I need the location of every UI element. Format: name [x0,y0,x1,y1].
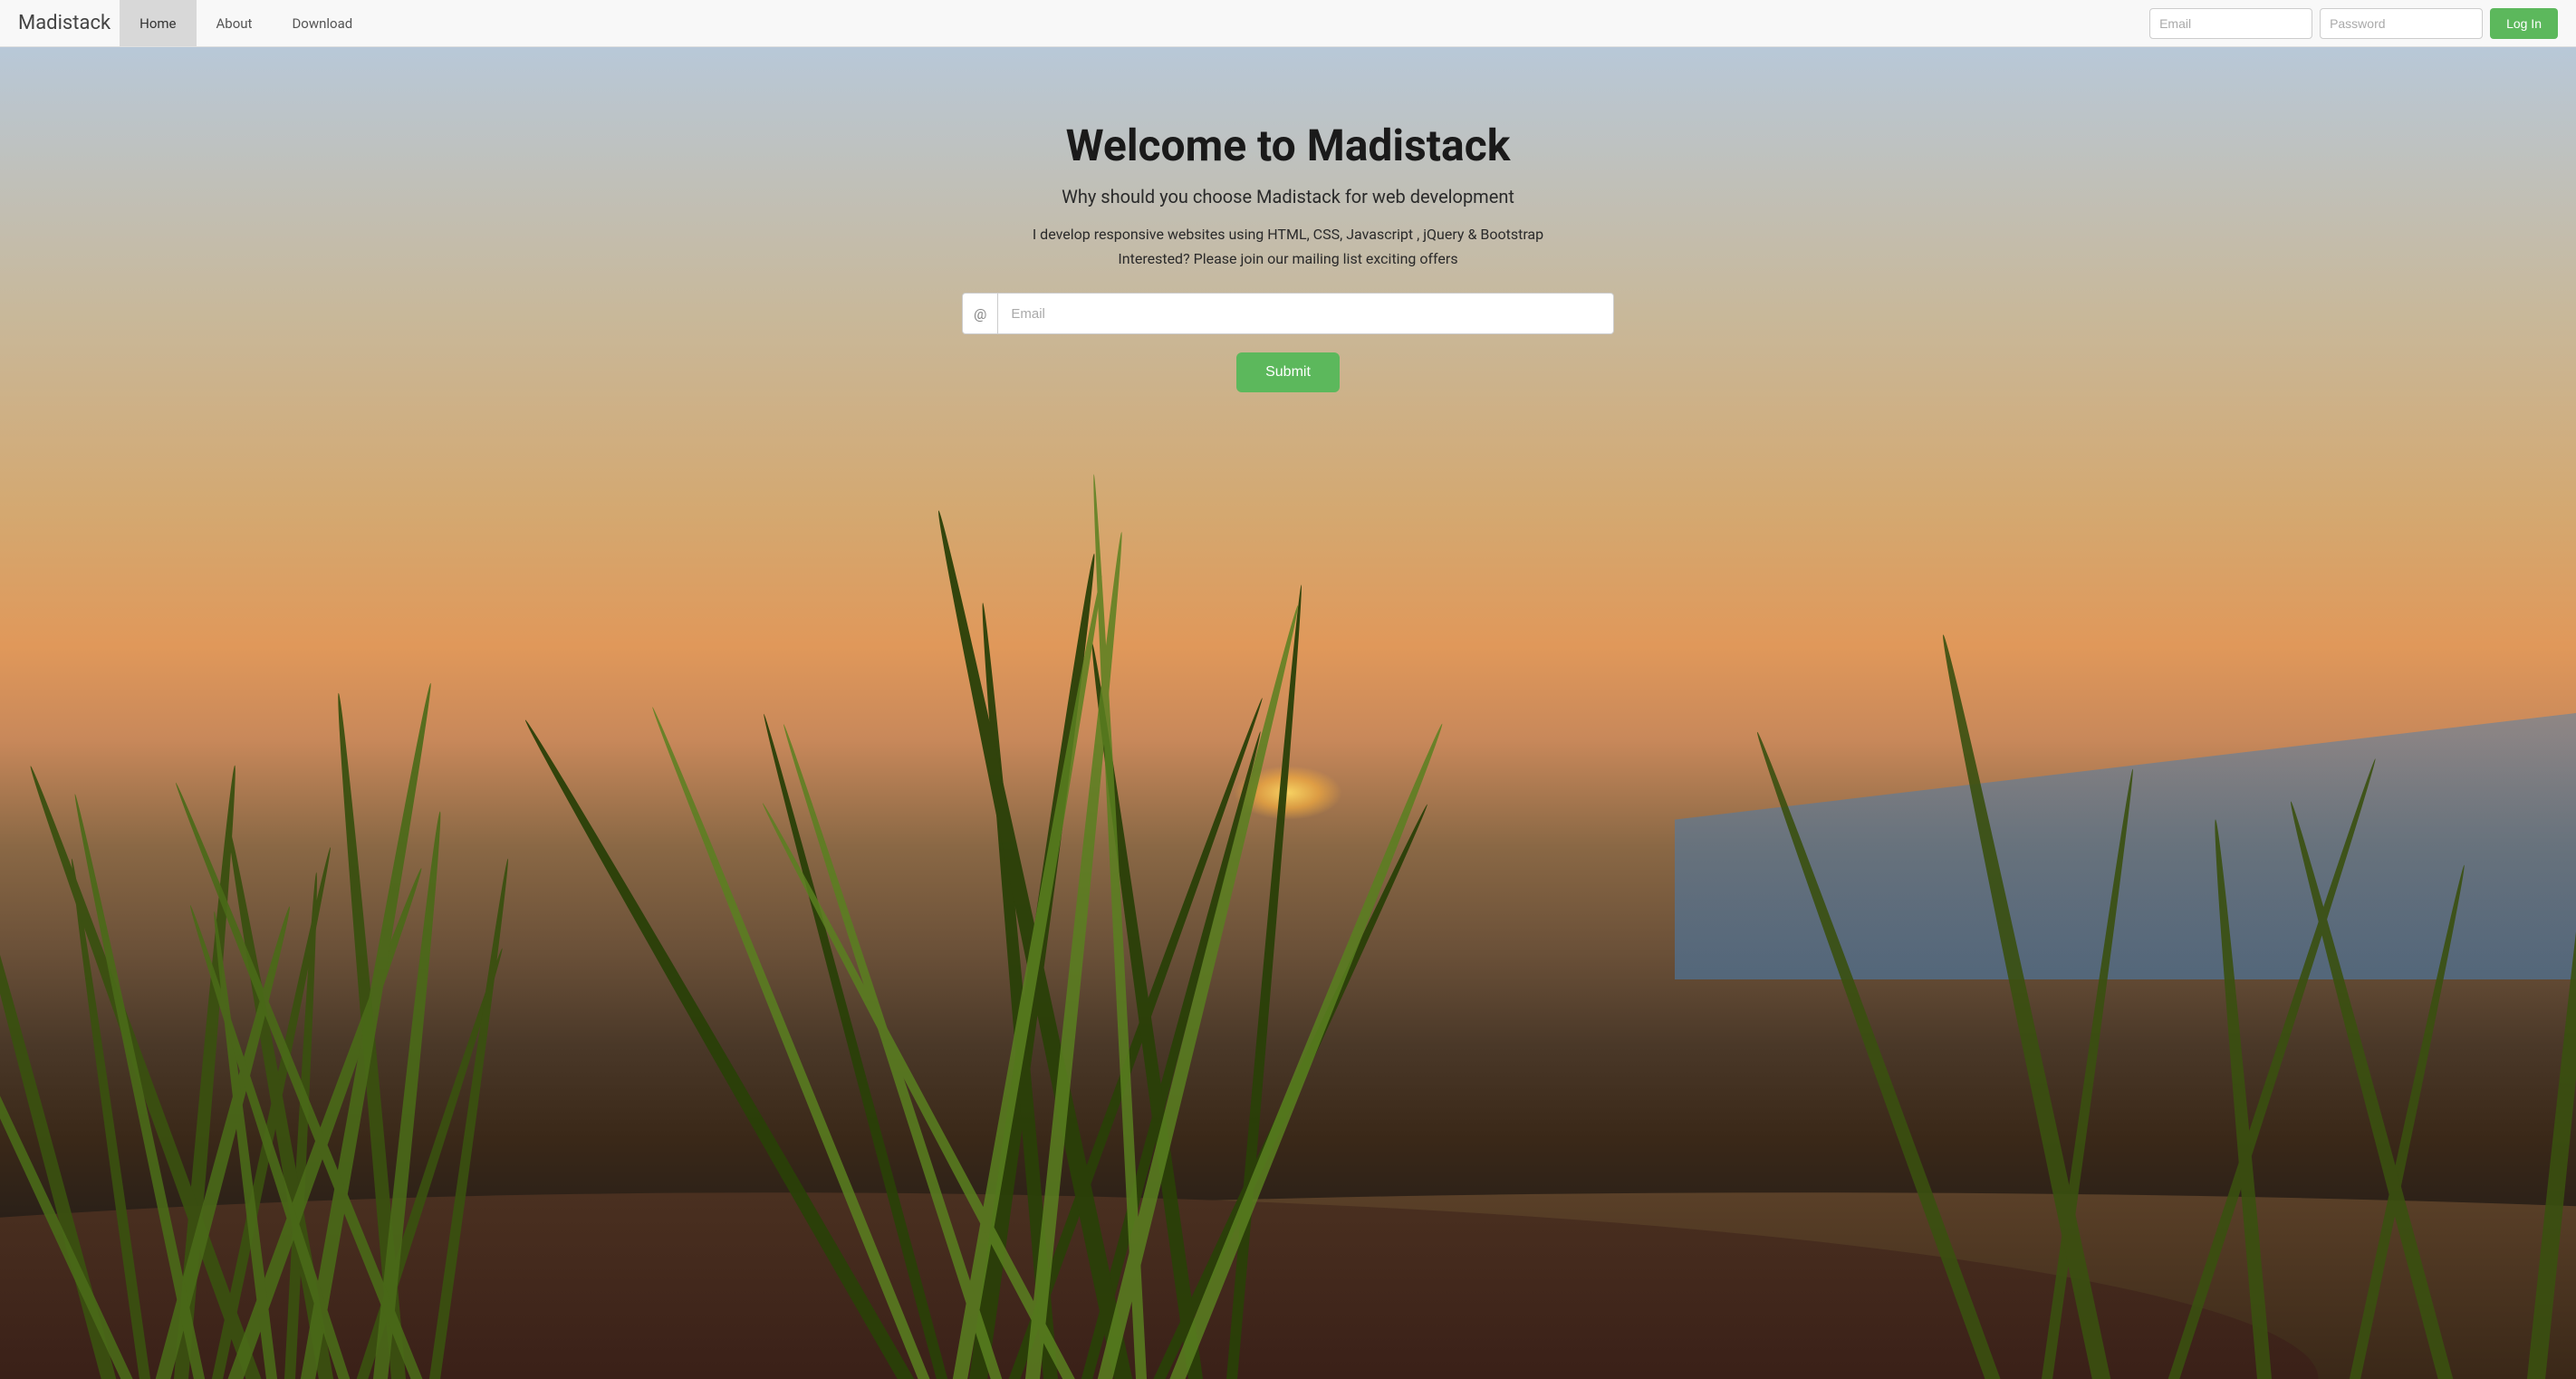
navbar-password-input[interactable] [2320,8,2483,39]
nav-item-home[interactable]: Home [120,0,196,46]
hero-section: Welcome to Madistack Why should you choo… [0,47,2576,1379]
hero-email-input[interactable] [998,294,1613,333]
at-symbol: @ [963,294,998,333]
nav-links: Home About Download [120,0,372,46]
hero-subtitle: Why should you choose Madistack for web … [944,186,1632,207]
hero-title: Welcome to Madistack [944,120,1632,171]
hero-cta-text: Interested? Please join our mailing list… [944,250,1632,267]
nav-item-about[interactable]: About [197,0,273,46]
navbar-right: Log In [2149,8,2558,39]
submit-button[interactable]: Submit [1236,352,1340,392]
navbar: Madistack Home About Download Log In [0,0,2576,47]
brand-name: Madistack [18,12,111,34]
navbar-email-input[interactable] [2149,8,2312,39]
login-button[interactable]: Log In [2490,8,2558,39]
email-input-group: @ [962,293,1614,334]
hero-description: I develop responsive websites using HTML… [944,226,1632,243]
nav-item-download[interactable]: Download [272,0,372,46]
hero-content: Welcome to Madistack Why should you choo… [926,120,1650,392]
